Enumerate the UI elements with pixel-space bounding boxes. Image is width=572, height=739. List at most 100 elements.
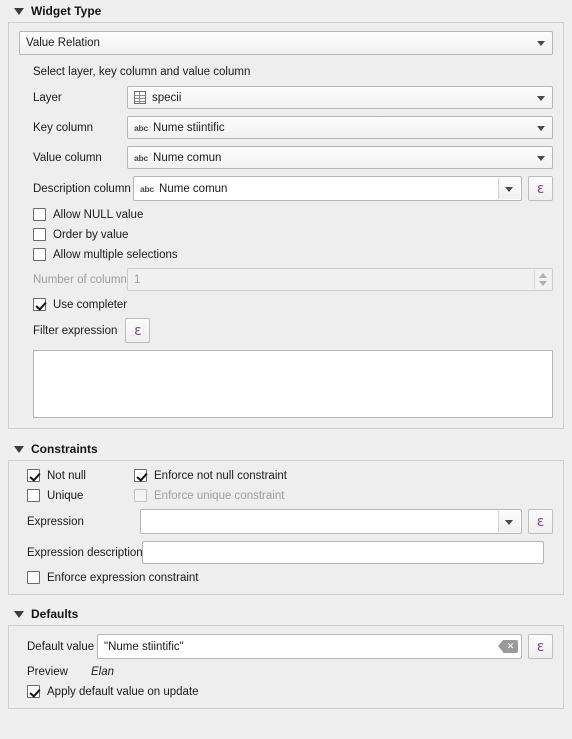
collapse-triangle-icon[interactable]: [14, 445, 24, 453]
chevron-down-icon: [537, 125, 545, 131]
apply-default-row: Apply default value on update: [19, 685, 553, 698]
value-column-combo[interactable]: abc Nume comun: [127, 146, 553, 169]
preview-value: Elan: [91, 666, 115, 678]
chevron-down-icon: [505, 186, 513, 192]
allow-multiple-checkbox[interactable]: Allow multiple selections: [19, 248, 178, 261]
group-title-defaults: Defaults: [31, 607, 79, 621]
default-value-row: Default value "Nume stiintific" ✕ ε: [19, 634, 553, 659]
not-null-checkbox[interactable]: Not null: [19, 469, 134, 482]
expression-description-label: Expression description: [27, 546, 143, 559]
spinner-down-icon[interactable]: [539, 280, 547, 286]
abc-field-icon: abc: [134, 122, 149, 133]
chevron-down-icon: [505, 519, 513, 525]
enforce-not-null-checkbox[interactable]: Enforce not null constraint: [134, 469, 287, 482]
description-expression-button[interactable]: ε: [528, 176, 553, 201]
clear-glyph: ✕: [506, 641, 515, 651]
checkbox-box: [134, 489, 147, 502]
checkbox-box: [27, 685, 40, 698]
layer-label: Layer: [33, 91, 62, 104]
widget-type-value: Value Relation: [26, 37, 100, 49]
checkbox-box: [27, 469, 40, 482]
allow-null-label: Allow NULL value: [53, 208, 144, 221]
expression-icon: ε: [536, 638, 545, 655]
checkbox-box: [33, 228, 46, 241]
chevron-down-icon: [537, 95, 545, 101]
group-title-constraints: Constraints: [31, 442, 98, 456]
order-by-value-checkbox[interactable]: Order by value: [19, 228, 128, 241]
value-column-value: Nume comun: [153, 151, 222, 164]
key-column-label: Key column: [33, 121, 94, 134]
allow-null-row: Allow NULL value: [19, 208, 553, 221]
group-header-widget-type[interactable]: Widget Type: [0, 0, 572, 22]
collapse-triangle-icon[interactable]: [14, 610, 24, 618]
widget-type-hint: Select layer, key column and value colum…: [33, 66, 251, 78]
expression-description-row: Expression description: [19, 541, 553, 564]
chevron-down-icon: [537, 155, 545, 161]
preview-row: Preview Elan: [19, 666, 553, 678]
enforce-expression-label: Enforce expression constraint: [47, 571, 199, 584]
use-completer-label: Use completer: [53, 298, 128, 311]
expression-label: Expression: [27, 515, 84, 528]
group-header-constraints[interactable]: Constraints: [0, 438, 572, 460]
group-title-widget-type: Widget Type: [31, 4, 102, 18]
collapse-triangle-icon[interactable]: [14, 7, 24, 15]
allow-multiple-row: Allow multiple selections: [19, 248, 553, 261]
expression-description-input[interactable]: [142, 541, 544, 564]
apply-default-on-update-checkbox[interactable]: Apply default value on update: [19, 685, 199, 698]
enforce-expression-checkbox[interactable]: Enforce expression constraint: [19, 571, 199, 584]
expression-combo[interactable]: [140, 509, 522, 534]
value-column-row: Value column abc Nume comun: [19, 146, 553, 169]
attribute-form-config: Widget Type Value Relation Select layer,…: [0, 0, 572, 739]
checkbox-box: [27, 489, 40, 502]
spinner-buttons[interactable]: [534, 270, 551, 289]
checkbox-box: [33, 208, 46, 221]
allow-multiple-label: Allow multiple selections: [53, 248, 178, 261]
order-by-value-row: Order by value: [19, 228, 553, 241]
defaults-panel: Default value "Nume stiintific" ✕ ε Prev…: [8, 625, 564, 709]
expression-icon: ε: [134, 322, 142, 339]
number-of-columns-label: Number of columns: [33, 273, 133, 286]
chevron-down-icon: [537, 41, 545, 46]
combo-divider: [498, 178, 499, 199]
key-column-combo[interactable]: abc Nume stiintific: [127, 116, 553, 139]
number-of-columns-value: 1: [134, 273, 141, 286]
layer-row: Layer specii: [19, 86, 553, 109]
filter-expression-textarea[interactable]: [33, 350, 553, 418]
enforce-unique-label: Enforce unique constraint: [154, 489, 285, 502]
expression-row: Expression ε: [19, 509, 553, 534]
checkbox-box: [33, 248, 46, 261]
expression-builder-button[interactable]: ε: [528, 509, 553, 534]
clear-icon[interactable]: ✕: [498, 640, 518, 653]
group-header-defaults[interactable]: Defaults: [0, 603, 572, 625]
widget-type-combo[interactable]: Value Relation: [19, 31, 553, 55]
constraints-panel: Not null Enforce not null constraint Uni…: [8, 460, 564, 595]
default-value-label: Default value: [27, 640, 95, 653]
widget-type-panel: Value Relation Select layer, key column …: [8, 22, 564, 429]
not-null-label: Not null: [47, 469, 86, 482]
default-value-text: "Nume stiintific": [104, 640, 184, 653]
description-column-label: Description column: [33, 182, 131, 195]
key-column-value: Nume stiintific: [153, 121, 225, 134]
default-value-expression-button[interactable]: ε: [528, 634, 553, 659]
enforce-expression-row: Enforce expression constraint: [19, 571, 553, 584]
enforce-unique-checkbox[interactable]: Enforce unique constraint: [134, 489, 284, 502]
use-completer-checkbox[interactable]: Use completer: [19, 298, 127, 311]
description-column-value: Nume comun: [159, 182, 228, 195]
layer-value: specii: [152, 91, 182, 104]
number-of-columns-input[interactable]: 1: [127, 268, 553, 291]
order-by-value-label: Order by value: [53, 228, 129, 241]
unique-checkbox[interactable]: Unique: [19, 489, 134, 502]
table-icon: [134, 91, 146, 104]
abc-field-icon: abc: [134, 152, 149, 163]
filter-expression-button[interactable]: ε: [125, 318, 151, 343]
default-value-input[interactable]: "Nume stiintific" ✕: [97, 634, 522, 659]
spinner-up-icon[interactable]: [539, 273, 547, 279]
abc-field-icon: abc: [140, 183, 155, 194]
description-column-combo[interactable]: abc Nume comun: [133, 176, 522, 201]
allow-null-checkbox[interactable]: Allow NULL value: [19, 208, 143, 221]
filter-expression-label: Filter expression: [33, 324, 118, 337]
key-column-row: Key column abc Nume stiintific: [19, 116, 553, 139]
combo-divider: [498, 511, 499, 532]
checkbox-box: [134, 469, 147, 482]
layer-combo[interactable]: specii: [127, 86, 553, 109]
